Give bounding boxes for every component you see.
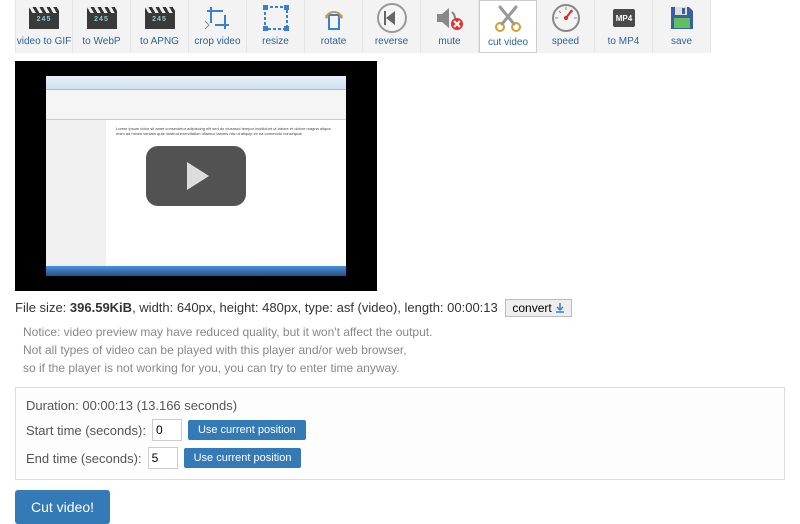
end-time-input[interactable] [148,447,178,469]
play-icon [187,162,209,190]
speedometer-icon [550,2,582,34]
resize-icon [260,2,292,34]
reverse-icon [376,2,408,34]
tool-cut-video[interactable]: cut video [479,0,537,53]
tool-save[interactable]: save [653,0,711,53]
tool-label: cut video [488,37,528,48]
tool-label: crop video [194,36,240,47]
file-size-prefix: File size: [15,300,70,315]
tool-rotate[interactable]: rotate [305,0,363,53]
cut-video-button[interactable]: Cut video! [15,490,110,524]
rotate-icon [318,2,350,34]
end-time-row: End time (seconds): Use current position [26,447,774,469]
tool-speed[interactable]: speed [537,0,595,53]
scissors-icon [492,3,524,35]
tool-label: resize [262,36,289,47]
tool-label: speed [552,36,579,47]
crop-icon [202,2,234,34]
convert-button[interactable]: convert [505,299,571,317]
end-time-label: End time (seconds): [26,451,142,466]
clapperboard-icon: 245 [86,2,118,34]
file-info: File size: 396.59KiB, width: 640px, heig… [15,299,785,317]
tool-label: to MP4 [608,36,640,47]
svg-text:MP4: MP4 [615,14,632,23]
tool-label: reverse [375,36,408,47]
tool-label: rotate [321,36,347,47]
tool-to-mp4[interactable]: MP4 to MP4 [595,0,653,53]
tool-label: to WebP [82,36,120,47]
tool-crop-video[interactable]: crop video [189,0,247,53]
cut-panel: Duration: 00:00:13 (13.166 seconds) Star… [15,387,785,480]
clapperboard-icon: 245 [144,2,176,34]
tool-video-to-gif[interactable]: 245 video to GIF [15,0,73,53]
mute-icon [434,2,466,34]
tool-label: save [671,36,692,47]
notice-text: Notice: video preview may have reduced q… [23,323,785,377]
use-current-start-button[interactable]: Use current position [188,420,306,440]
notice-line-1: Notice: video preview may have reduced q… [23,323,785,341]
download-icon [555,303,565,313]
file-size-value: 396.59KiB [70,300,132,315]
notice-line-3: so if the player is not working for you,… [23,359,785,377]
tool-label: video to GIF [17,36,71,47]
play-button[interactable] [146,146,246,206]
start-time-input[interactable] [152,419,182,441]
notice-line-2: Not all types of video can be played wit… [23,341,785,359]
tool-to-webp[interactable]: 245 to WebP [73,0,131,53]
tool-resize[interactable]: resize [247,0,305,53]
clapperboard-icon: 245 [28,2,60,34]
floppy-disk-icon [666,2,698,34]
duration-row: Duration: 00:00:13 (13.166 seconds) [26,398,774,413]
convert-label: convert [512,301,551,315]
mp4-icon: MP4 [608,2,640,34]
duration-label: Duration: 00:00:13 (13.166 seconds) [26,398,237,413]
tool-reverse[interactable]: reverse [363,0,421,53]
tool-mute[interactable]: mute [421,0,479,53]
tool-label: mute [438,36,460,47]
start-time-row: Start time (seconds): Use current positi… [26,419,774,441]
toolbar: 245 video to GIF 245 to WebP 245 to APNG… [15,0,785,53]
use-current-end-button[interactable]: Use current position [184,448,302,468]
start-time-label: Start time (seconds): [26,423,146,438]
video-player[interactable]: Lorem ipsum dolor sit amet consectetur a… [15,61,377,291]
tool-to-apng[interactable]: 245 to APNG [131,0,189,53]
file-info-suffix: , width: 640px, height: 480px, type: asf… [132,300,498,315]
tool-label: to APNG [140,36,179,47]
